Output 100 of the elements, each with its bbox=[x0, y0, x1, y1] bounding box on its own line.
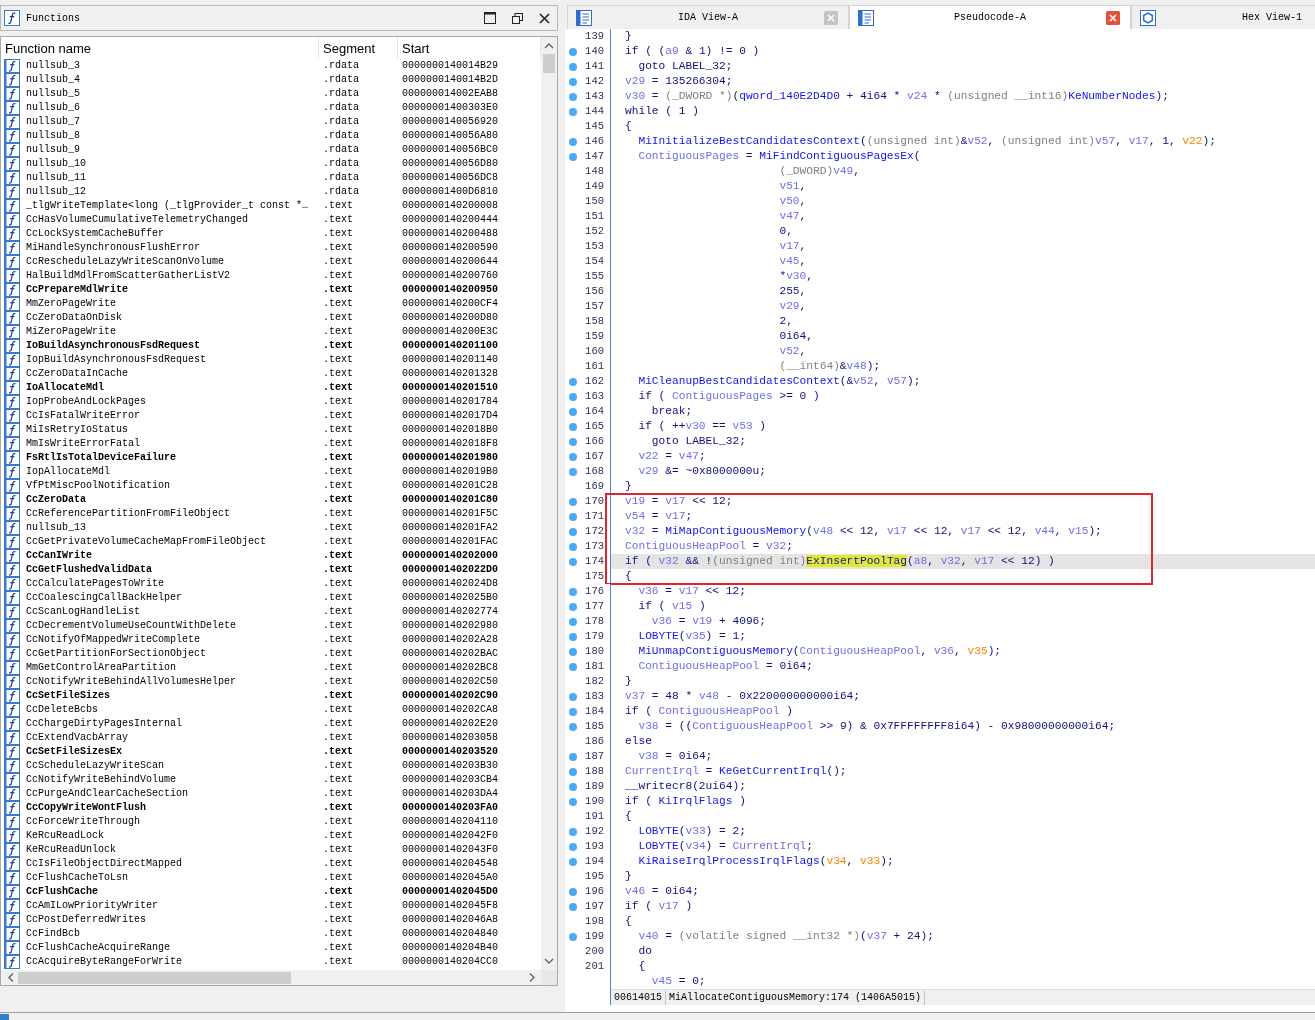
function-name[interactable]: MiIsRetryIoStatus bbox=[26, 423, 129, 437]
function-name[interactable]: nullsub_13 bbox=[26, 521, 86, 535]
function-name[interactable]: CcHasVolumeCumulativeTelemetryChanged bbox=[26, 213, 249, 227]
code-line: (_DWORD)v49, bbox=[779, 165, 860, 177]
function-name[interactable]: IopProbeAndLockPages bbox=[26, 395, 147, 409]
function-name[interactable]: nullsub_12 bbox=[26, 185, 86, 199]
vertical-scrollbar[interactable] bbox=[541, 37, 557, 970]
scroll-thumb[interactable] bbox=[543, 54, 555, 73]
segment-name: .text bbox=[322, 913, 354, 927]
maximize-icon[interactable] bbox=[484, 12, 496, 24]
code-line: MiCleanupBestCandidatesContext(&v52, v57); bbox=[638, 375, 921, 387]
function-name[interactable]: CcFlushCache bbox=[26, 885, 98, 899]
tab[interactable]: Hex View-1 bbox=[1131, 5, 1315, 29]
function-name[interactable]: CcSetFileSizesEx bbox=[26, 745, 122, 759]
function-name[interactable]: CcFindBcb bbox=[26, 927, 80, 941]
segment-name: .text bbox=[322, 507, 354, 521]
function-name[interactable]: CcCoalescingCallBackHelper bbox=[26, 591, 183, 605]
code-line: 255, bbox=[779, 285, 807, 297]
function-name[interactable]: CcNotifyWriteBehindVolume bbox=[26, 773, 177, 787]
function-name[interactable]: IoBuildAsynchronousFsdRequest bbox=[26, 339, 201, 353]
segment-name: .text bbox=[322, 465, 354, 479]
function-name[interactable]: nullsub_9 bbox=[26, 143, 80, 157]
start-address: 00000001402043F0 bbox=[401, 843, 499, 857]
function-name[interactable]: CcPrepareMdlWrite bbox=[26, 283, 129, 297]
function-name[interactable]: MiHandleSynchronousFlushError bbox=[26, 241, 201, 255]
function-name[interactable]: CcFlushCacheAcquireRange bbox=[26, 941, 171, 955]
function-name[interactable]: CcNotifyOfMappedWriteComplete bbox=[26, 633, 201, 647]
restore-icon[interactable] bbox=[512, 12, 523, 24]
function-name[interactable]: CcDecrementVolumeUseCountWithDelete bbox=[26, 619, 237, 633]
function-name[interactable]: nullsub_7 bbox=[26, 115, 80, 129]
code-line: v29 = 135266304; bbox=[625, 75, 733, 87]
function-name[interactable]: CcFlushCacheToLsn bbox=[26, 871, 129, 885]
function-name[interactable]: nullsub_5 bbox=[26, 87, 80, 101]
function-name[interactable]: IopAllocateMdl bbox=[26, 465, 110, 479]
function-name[interactable]: CcScheduleLazyWriteScan bbox=[26, 759, 165, 773]
start-address: 0000000140200444 bbox=[401, 213, 499, 227]
function-name[interactable]: CcDeleteBcbs bbox=[26, 703, 98, 717]
function-name[interactable]: CcGetPartitionForSectionObject bbox=[26, 647, 207, 661]
function-name[interactable]: CcGetFlushedValidData bbox=[26, 563, 153, 577]
start-address: 0000000140201F5C bbox=[401, 507, 499, 521]
scroll-thumb[interactable] bbox=[18, 971, 291, 984]
function-name[interactable]: CcExtendVacbArray bbox=[26, 731, 129, 745]
function-name[interactable]: CcNotifyWriteBehindAllVolumesHelper bbox=[26, 675, 237, 689]
function-name[interactable]: FsRtlIsTotalDeviceFailure bbox=[26, 451, 177, 465]
function-name[interactable]: CcAmILowPriorityWriter bbox=[26, 899, 159, 913]
segment-name: .text bbox=[322, 311, 354, 325]
function-name[interactable]: nullsub_6 bbox=[26, 101, 80, 115]
function-name[interactable]: MmZeroPageWrite bbox=[26, 297, 116, 311]
function-name[interactable]: nullsub_11 bbox=[26, 171, 86, 185]
function-name[interactable]: CcPurgeAndClearCacheSection bbox=[26, 787, 189, 801]
function-name[interactable]: CcReferencePartitionFromFileObject bbox=[26, 507, 231, 521]
code-line: } bbox=[625, 870, 632, 882]
function-name[interactable]: CcPostDeferredWrites bbox=[26, 913, 147, 927]
tab[interactable]: IDA View-A bbox=[567, 5, 849, 29]
function-name[interactable]: CcGetPrivateVolumeCacheMapFromFileObject bbox=[26, 535, 267, 549]
segment-name: .text bbox=[322, 801, 354, 815]
horizontal-scrollbar[interactable] bbox=[1, 970, 541, 985]
function-name[interactable]: CcZeroDataOnDisk bbox=[26, 311, 122, 325]
function-name[interactable]: MmGetControlAreaPartition bbox=[26, 661, 177, 675]
function-icon bbox=[4, 591, 20, 605]
function-name[interactable]: CcCalculatePagesToWrite bbox=[26, 577, 165, 591]
function-name[interactable]: IopBuildAsynchronousFsdRequest bbox=[26, 353, 207, 367]
function-name[interactable]: CcCanIWrite bbox=[26, 549, 92, 563]
function-name[interactable]: KeRcuReadLock bbox=[26, 829, 104, 843]
function-name[interactable]: nullsub_3 bbox=[26, 59, 80, 73]
function-name[interactable]: CcZeroData bbox=[26, 493, 86, 507]
function-name[interactable]: CcSetFileSizes bbox=[26, 689, 110, 703]
scrollbar-corner bbox=[541, 970, 557, 985]
function-name[interactable]: nullsub_8 bbox=[26, 129, 80, 143]
line-number: 159 bbox=[585, 329, 604, 344]
function-name[interactable]: CcZeroDataInCache bbox=[26, 367, 129, 381]
function-name[interactable]: HalBuildMdlFromScatterGatherListV2 bbox=[26, 269, 231, 283]
function-name[interactable]: _tlgWriteTemplate<long (_tlgProvider_t const *… bbox=[26, 199, 309, 213]
function-name[interactable]: nullsub_4 bbox=[26, 73, 80, 87]
function-name[interactable]: KeRcuReadUnlock bbox=[26, 843, 116, 857]
function-name[interactable]: IoAllocateMdl bbox=[26, 381, 104, 395]
function-name[interactable]: CcScanLogHandleList bbox=[26, 605, 141, 619]
line-number: 141 bbox=[585, 59, 604, 74]
segment-name: .rdata bbox=[322, 59, 360, 73]
function-name[interactable]: nullsub_10 bbox=[26, 157, 86, 171]
function-icon bbox=[4, 339, 20, 353]
line-number: 176 bbox=[585, 584, 604, 599]
function-name[interactable]: MiZeroPageWrite bbox=[26, 325, 116, 339]
function-icon bbox=[4, 129, 20, 143]
line-number: 166 bbox=[585, 434, 604, 449]
close-icon[interactable] bbox=[539, 12, 550, 24]
code-line: MiInitializeBestCandidatesContext((unsigned int)&v52, (unsigned int)v57, v17, 1, v22); bbox=[638, 135, 1216, 147]
function-name[interactable]: CcIsFatalWriteError bbox=[26, 409, 141, 423]
function-name[interactable]: VfPtMiscPoolNotification bbox=[26, 479, 171, 493]
function-name[interactable]: CcIsFileObjectDirectMapped bbox=[26, 857, 183, 871]
tab[interactable]: Pseudocode-A bbox=[849, 5, 1131, 29]
function-name[interactable]: CcCopyWriteWontFlush bbox=[26, 801, 147, 815]
function-name[interactable]: MmIsWriteErrorFatal bbox=[26, 437, 141, 451]
function-name[interactable]: CcChargeDirtyPagesInternal bbox=[26, 717, 183, 731]
function-name[interactable]: CcRescheduleLazyWriteScanOnVolume bbox=[26, 255, 225, 269]
segment-name: .text bbox=[322, 269, 354, 283]
column-header[interactable]: Segment bbox=[319, 37, 398, 59]
function-name[interactable]: CcAcquireByteRangeForWrite bbox=[26, 955, 183, 969]
function-name[interactable]: CcLockSystemCacheBuffer bbox=[26, 227, 165, 241]
function-name[interactable]: CcForceWriteThrough bbox=[26, 815, 141, 829]
